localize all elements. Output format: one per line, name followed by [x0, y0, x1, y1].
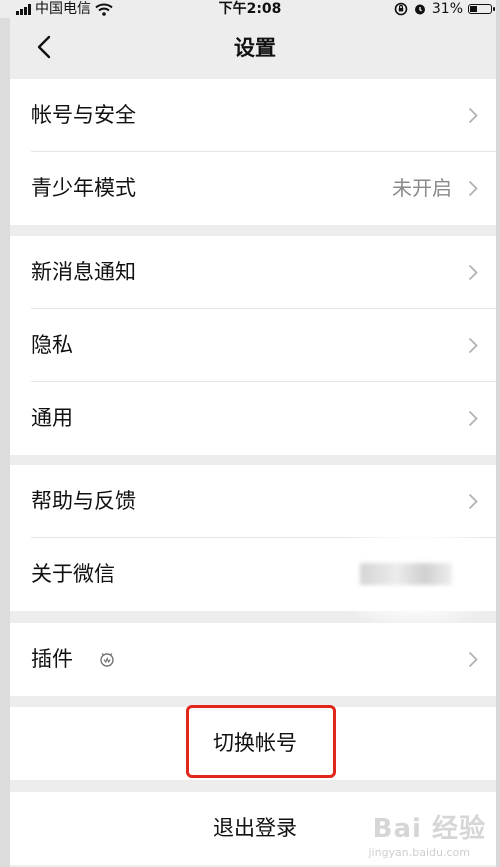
settings-item-label: 通用 [31, 406, 73, 430]
settings-item-plugins[interactable]: 插件 [10, 623, 500, 696]
settings-group-general: 新消息通知 隐私 通用 [10, 236, 500, 455]
chevron-right-icon [468, 264, 478, 281]
blurred-version-value [360, 563, 452, 585]
teen-mode-status: 未开启 [392, 176, 452, 200]
battery-percent: 31% [431, 1, 463, 17]
settings-item-label: 帮助与反馈 [31, 489, 136, 513]
left-edge-strip [0, 0, 10, 867]
baidu-watermark-url: jingyan.baidu.com [368, 846, 470, 859]
settings-item-label: 关于微信 [31, 562, 115, 586]
settings-item-about-wechat[interactable]: 关于微信 [10, 518, 500, 628]
settings-group-plugins: 插件 [10, 623, 500, 696]
nav-bar: 设置 [10, 18, 500, 78]
settings-group-about: 帮助与反馈 关于微信 [10, 465, 500, 628]
plugin-badge-icon [100, 653, 114, 667]
chevron-right-icon [468, 337, 478, 354]
chevron-right-icon [468, 493, 478, 510]
highlight-annotation-box [186, 705, 336, 778]
settings-item-general[interactable]: 通用 [10, 382, 500, 455]
settings-item-new-message-notification[interactable]: 新消息通知 [10, 236, 500, 309]
battery-icon [468, 4, 495, 14]
settings-item-label: 插件 [31, 647, 73, 671]
chevron-right-icon [468, 180, 478, 197]
settings-group-account: 帐号与安全 青少年模式 未开启 [10, 79, 500, 225]
settings-item-privacy[interactable]: 隐私 [10, 309, 500, 382]
settings-item-label: 隐私 [31, 333, 73, 357]
settings-item-account-security[interactable]: 帐号与安全 [10, 79, 500, 152]
status-bar: 中国电信 下午2:08 31% [0, 0, 500, 18]
settings-item-label: 新消息通知 [31, 260, 136, 284]
status-right: 31% [394, 0, 495, 18]
right-edge-strip [496, 0, 500, 867]
chevron-right-icon [468, 107, 478, 124]
chevron-right-icon [468, 651, 478, 668]
settings-item-label: 帐号与安全 [31, 103, 136, 127]
baidu-watermark: Bai 经验 [372, 814, 486, 844]
settings-item-teen-mode[interactable]: 青少年模式 未开启 [10, 152, 500, 225]
chevron-right-icon [468, 410, 478, 427]
rotation-lock-icon [394, 2, 408, 16]
page-title: 设置 [234, 36, 276, 60]
settings-item-label: 青少年模式 [31, 176, 136, 200]
alarm-icon [414, 4, 425, 15]
